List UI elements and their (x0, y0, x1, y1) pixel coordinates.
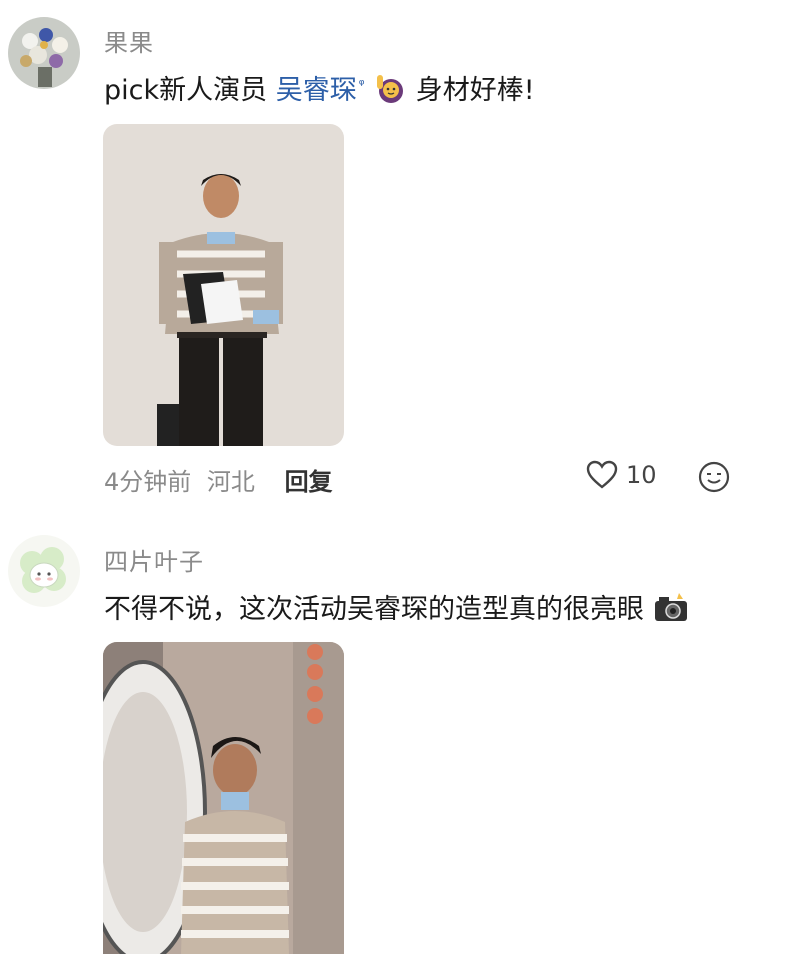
like-button[interactable]: 10 (586, 460, 657, 490)
comment-meta: 4分钟前 河北 回复 (104, 462, 333, 497)
user-avatar[interactable] (8, 535, 80, 607)
like-count: 10 (626, 461, 657, 489)
comment-item: 四片叶子 不得不说，这次活动吴睿琛的造型真的很亮眼 (0, 520, 802, 954)
comment-text-suffix: 身材好棒! (415, 75, 535, 106)
comment-username[interactable]: 果果 (104, 23, 154, 58)
comment-item: 果果 pick新人演员 吴睿琛 ᵠ 身材好棒! 4分钟前 河北 回复 10 (0, 0, 802, 520)
mention-name[interactable]: 吴睿琛 (276, 75, 357, 106)
comment-location: 河北 (206, 468, 255, 496)
mention-link[interactable]: 吴睿琛 ᵠ (276, 75, 365, 106)
comment-username[interactable]: 四片叶子 (104, 542, 204, 577)
heart-icon (586, 460, 618, 489)
user-avatar[interactable] (8, 17, 80, 89)
woman-raising-hand-emoji-icon (373, 71, 407, 112)
avatar-clover-bunny-icon (8, 535, 80, 607)
camera-flash-emoji-icon (653, 591, 689, 630)
comment-time: 4分钟前 (104, 468, 192, 496)
comment-text: 不得不说，这次活动吴睿琛的造型真的很亮眼 (104, 587, 689, 630)
comment-text-prefix: pick新人演员 (104, 75, 276, 106)
emoji-reaction-icon[interactable] (698, 461, 730, 493)
avatar-flower-bouquet-icon (8, 17, 80, 89)
comment-text: pick新人演员 吴睿琛 ᵠ 身材好棒! (104, 68, 535, 112)
comment-photo[interactable] (103, 124, 344, 446)
comment-photo[interactable] (103, 642, 344, 954)
comment-text-body: 不得不说，这次活动吴睿琛的造型真的很亮眼 (104, 594, 644, 625)
reply-button[interactable]: 回复 (285, 468, 333, 496)
search-icon: ᵠ (358, 77, 365, 93)
